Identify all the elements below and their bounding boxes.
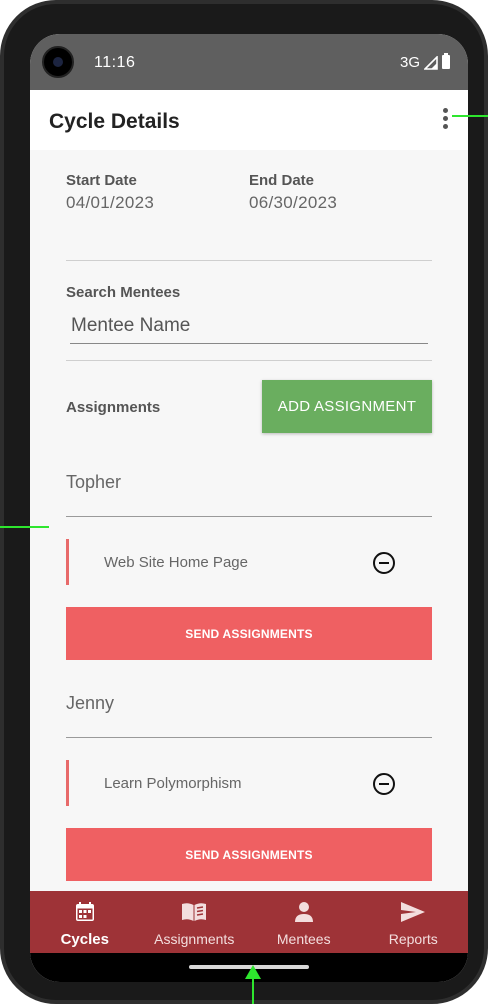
end-date: End Date 06/30/2023 xyxy=(249,172,337,213)
divider xyxy=(66,260,432,261)
divider xyxy=(66,516,432,517)
person-icon xyxy=(294,902,313,922)
remove-circle-icon[interactable] xyxy=(372,551,396,575)
bottom-navigation: Cycles Assignments Mentees Reports xyxy=(30,891,468,953)
send-assignments-button[interactable]: SEND ASSIGNMENTS xyxy=(66,828,432,881)
calendar-icon xyxy=(75,902,94,921)
annotation-line xyxy=(0,526,49,528)
app-bar: Cycle Details xyxy=(30,90,468,150)
mentee-search-input[interactable] xyxy=(70,308,428,344)
book-icon xyxy=(182,903,207,921)
signal-icon xyxy=(424,55,438,70)
mentee-name: Jenny xyxy=(66,693,115,713)
divider xyxy=(66,360,432,361)
nav-item-reports[interactable]: Reports xyxy=(359,891,469,953)
assignment-name: Web Site Home Page xyxy=(104,554,248,571)
search-label: Search Mentees xyxy=(66,284,181,301)
divider xyxy=(66,737,432,738)
start-date: Start Date 04/01/2023 xyxy=(66,172,154,213)
more-options-icon[interactable] xyxy=(440,108,450,132)
send-icon xyxy=(401,902,426,922)
battery-icon xyxy=(442,53,450,69)
send-assignments-button[interactable]: SEND ASSIGNMENTS xyxy=(66,607,432,660)
end-date-label: End Date xyxy=(249,172,315,189)
screen: 11:16 3G Cycle Details Start Date 04/01/… xyxy=(30,34,468,982)
start-date-label: Start Date xyxy=(66,172,137,189)
start-date-value: 04/01/2023 xyxy=(66,193,155,212)
nav-label: Assignments xyxy=(154,931,235,947)
status-bar: 11:16 3G xyxy=(30,34,468,90)
assignment-name: Learn Polymorphism xyxy=(104,775,242,792)
status-time: 11:16 xyxy=(94,54,136,71)
nav-label: Cycles xyxy=(60,931,109,948)
camera-icon xyxy=(42,46,74,78)
page-title: Cycle Details xyxy=(49,110,180,133)
phone-frame: 11:16 3G Cycle Details Start Date 04/01/… xyxy=(0,0,488,1004)
mentee-name: Topher xyxy=(66,472,122,492)
cycle-dates: Start Date 04/01/2023 End Date 06/30/202… xyxy=(66,172,432,232)
annotation-arrow-icon xyxy=(245,965,261,979)
nav-item-mentees[interactable]: Mentees xyxy=(249,891,359,953)
remove-circle-icon[interactable] xyxy=(372,772,396,796)
assignments-label: Assignments xyxy=(66,399,161,416)
annotation-line xyxy=(452,115,488,117)
assignment-indicator xyxy=(66,760,69,806)
annotation-line xyxy=(252,978,254,1004)
end-date-value: 06/30/2023 xyxy=(249,193,338,212)
nav-label: Mentees xyxy=(276,931,331,947)
network-type: 3G xyxy=(399,54,420,71)
nav-item-assignments[interactable]: Assignments xyxy=(140,891,250,953)
network-status: 3G xyxy=(400,54,438,71)
assignment-indicator xyxy=(66,539,69,585)
nav-label: Reports xyxy=(388,931,438,947)
add-assignment-button[interactable]: ADD ASSIGNMENT xyxy=(262,380,432,433)
nav-item-cycles[interactable]: Cycles xyxy=(30,891,140,953)
